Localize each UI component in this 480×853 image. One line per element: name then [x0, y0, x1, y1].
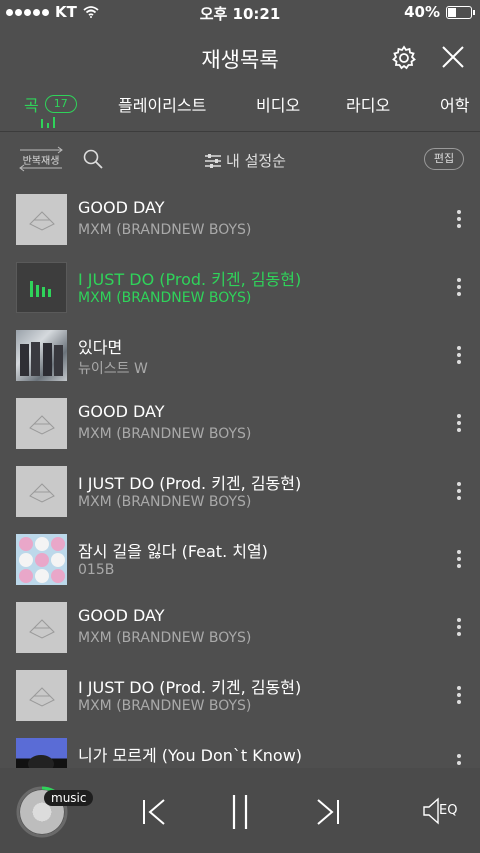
more-options-icon[interactable]	[452, 210, 466, 230]
tab-songs[interactable]: 곡 17	[24, 92, 77, 116]
song-row-playing[interactable]: I JUST DO (Prod. 키겐, 김동현) MXM (BRANDNEW …	[0, 254, 480, 322]
song-artist: MXM (BRANDNEW BOYS)	[78, 494, 252, 510]
eq-button[interactable]: EQ	[420, 796, 462, 826]
now-playing-indicator-icon	[41, 117, 55, 128]
song-title: GOOD DAY	[78, 198, 165, 217]
song-row[interactable]: I JUST DO (Prod. 키겐, 김동현) MXM (BRANDNEW …	[0, 458, 480, 526]
pause-icon[interactable]	[225, 794, 255, 830]
more-options-icon[interactable]	[452, 482, 466, 502]
battery-percent: 40%	[404, 3, 440, 21]
more-options-icon[interactable]	[452, 754, 466, 768]
gear-icon[interactable]	[390, 44, 418, 72]
tab-songs-label: 곡	[24, 96, 39, 115]
battery-icon	[446, 5, 475, 19]
song-title: 있다면	[78, 338, 123, 357]
repeat-button[interactable]: 반복재생	[16, 146, 66, 172]
previous-icon[interactable]	[140, 794, 170, 830]
song-title: I JUST DO (Prod. 키겐, 김동현)	[78, 678, 302, 697]
close-icon[interactable]	[440, 44, 466, 70]
tab-radio[interactable]: 라디오	[346, 92, 390, 116]
song-row[interactable]: GOOD DAY MXM (BRANDNEW BOYS)	[0, 186, 480, 254]
song-title: I JUST DO (Prod. 키겐, 김동현)	[78, 270, 302, 289]
tab-language[interactable]: 어학	[440, 92, 469, 116]
album-art	[16, 670, 67, 721]
sort-button[interactable]: 내 설정순	[204, 150, 286, 171]
album-art	[16, 466, 67, 517]
status-bar: KT 오후 10:21 40%	[0, 0, 480, 24]
song-count-badge: 17	[44, 95, 77, 113]
song-row[interactable]: I JUST DO (Prod. 키겐, 김동현) MXM (BRANDNEW …	[0, 662, 480, 730]
album-art	[16, 194, 67, 245]
song-artist: MXM (BRANDNEW BOYS)	[78, 290, 252, 306]
song-artist: MXM (BRANDNEW BOYS)	[78, 698, 252, 714]
song-artist: 뉴이스트 W	[78, 361, 148, 377]
tab-playlist[interactable]: 플레이리스트	[118, 92, 206, 116]
status-right: 40%	[404, 3, 475, 21]
album-art	[16, 738, 67, 768]
sort-settings-icon	[205, 153, 221, 168]
song-artist: MXM (BRANDNEW BOYS)	[78, 222, 252, 238]
more-options-icon[interactable]	[452, 414, 466, 434]
list-toolbar: 반복재생 내 설정순 편집	[0, 140, 480, 180]
song-row[interactable]: 있다면 뉴이스트 W	[0, 322, 480, 390]
now-playing-art	[16, 262, 67, 313]
song-row[interactable]: GOOD DAY MXM (BRANDNEW BOYS)	[0, 594, 480, 662]
speaker-icon	[423, 797, 439, 825]
next-icon[interactable]	[312, 794, 342, 830]
more-options-icon[interactable]	[452, 346, 466, 366]
song-row[interactable]: GOOD DAY MXM (BRANDNEW BOYS)	[0, 390, 480, 458]
music-tag: music	[44, 790, 94, 806]
more-options-icon[interactable]	[452, 278, 466, 298]
song-list: GOOD DAY MXM (BRANDNEW BOYS) I JUST DO (…	[0, 186, 480, 768]
header: 재생목록	[0, 30, 480, 86]
song-title: 니가 모르게 (You Don`t Know)	[78, 746, 303, 765]
eq-label: EQ	[439, 803, 458, 818]
tab-bar: 곡 17 플레이리스트 비디오 라디오 어학	[0, 86, 480, 132]
song-row[interactable]: 니가 모르게 (You Don`t Know)	[0, 730, 480, 768]
mini-player: music EQ	[0, 768, 480, 853]
album-art	[16, 534, 67, 585]
album-art	[16, 602, 67, 653]
song-title: 잠시 길을 잃다 (Feat. 치열)	[78, 542, 268, 561]
song-title: GOOD DAY	[78, 606, 165, 625]
album-art	[16, 330, 67, 381]
repeat-label: 반복재생	[22, 156, 60, 167]
album-art	[16, 398, 67, 449]
search-icon[interactable]	[82, 148, 104, 170]
more-options-icon[interactable]	[452, 618, 466, 638]
song-title: GOOD DAY	[78, 402, 165, 421]
edit-button[interactable]: 편집	[424, 148, 464, 170]
more-options-icon[interactable]	[452, 686, 466, 706]
song-artist: MXM (BRANDNEW BOYS)	[78, 630, 252, 646]
song-title: I JUST DO (Prod. 키겐, 김동현)	[78, 474, 302, 493]
sort-label: 내 설정순	[226, 152, 286, 170]
more-options-icon[interactable]	[452, 550, 466, 570]
song-artist: 015B	[78, 562, 115, 578]
song-row[interactable]: 잠시 길을 잃다 (Feat. 치열) 015B	[0, 526, 480, 594]
song-artist: MXM (BRANDNEW BOYS)	[78, 426, 252, 442]
tab-video[interactable]: 비디오	[256, 92, 300, 116]
playing-bars-icon	[30, 281, 51, 297]
